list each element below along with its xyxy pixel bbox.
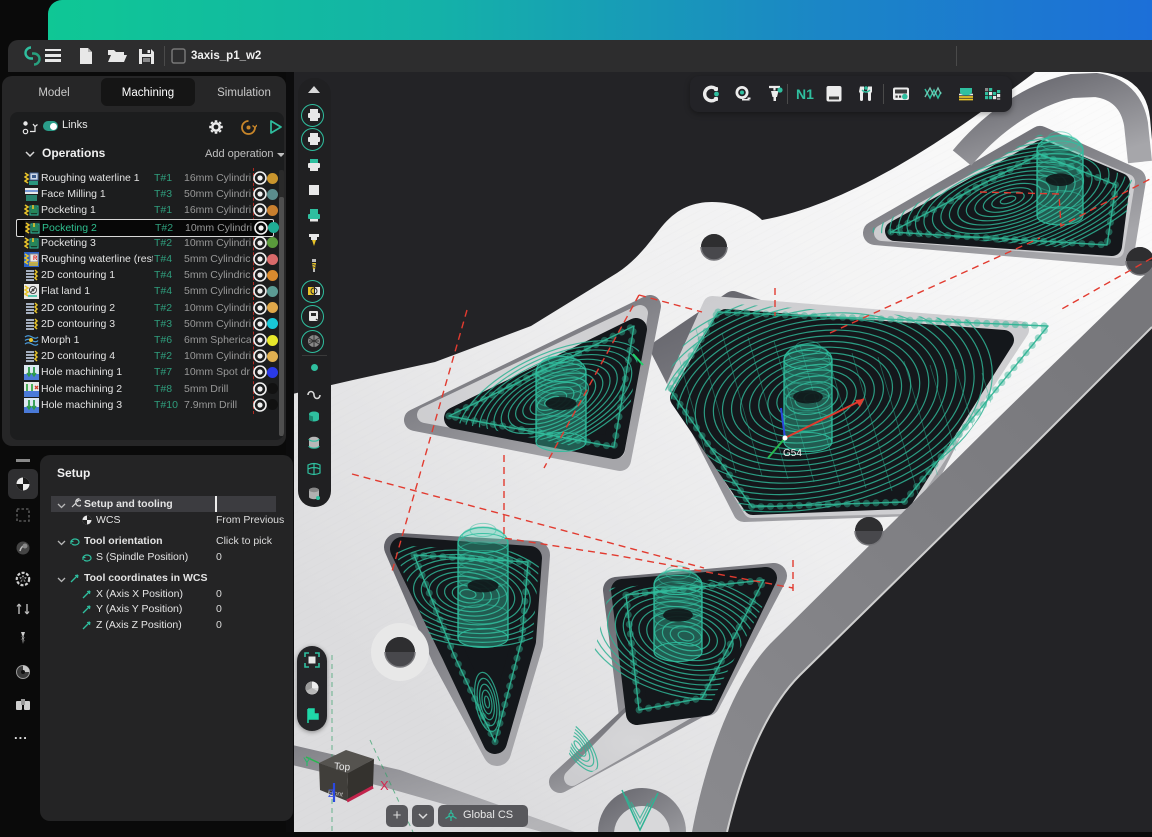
svg-text:Y: Y — [303, 755, 311, 769]
svg-text:Top: Top — [334, 761, 351, 773]
svg-text:R: R — [33, 256, 38, 262]
svg-text:G54: G54 — [783, 448, 802, 459]
svg-text:Z: Z — [328, 788, 335, 800]
svg-text:X: X — [380, 778, 389, 793]
